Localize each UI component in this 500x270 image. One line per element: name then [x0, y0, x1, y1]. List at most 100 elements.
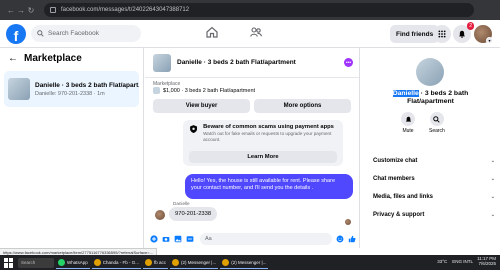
bell-icon [405, 116, 411, 122]
chevron-down-icon: ⌄ [490, 194, 495, 200]
taskbar-app-label: fb acc [154, 259, 167, 265]
facebook-logo[interactable]: f [6, 23, 26, 44]
sender-avatar[interactable] [155, 210, 165, 220]
outgoing-message-bubble[interactable]: Hello! Yes, the house is still available… [185, 174, 353, 199]
notification-count-badge: 2 [467, 22, 474, 30]
status-bar-url: https://www.facebook.com/marketplace/ite… [0, 248, 157, 255]
marketplace-title: Marketplace [24, 53, 82, 64]
more-options-button[interactable]: More options [254, 99, 351, 113]
url-path: /messages/t/24022643047388712 [98, 7, 190, 13]
conversation-preview: Danielle: 970-201-2338 · 1m [35, 90, 105, 97]
taskbar-app-label: Chanda - Fb - G... [102, 259, 140, 265]
learn-more-button[interactable]: Learn More [189, 151, 337, 163]
message-input[interactable]: Aa [200, 233, 332, 245]
message-input-placeholder: Aa [205, 236, 212, 242]
search-icon [37, 30, 44, 37]
marketplace-heading: ← Marketplace [0, 48, 143, 69]
chat-members-item[interactable]: Chat members ⌄ [373, 170, 495, 188]
plus-icon[interactable] [150, 235, 158, 243]
taskbar-app-label: (2) Messenger |... [231, 259, 267, 265]
marketplace-sidebar: ← Marketplace Danielle · 3 beds 2 bath F… [0, 48, 144, 248]
windows-start-icon[interactable] [4, 257, 14, 268]
gif-icon[interactable] [186, 235, 194, 243]
search-icon [433, 115, 441, 123]
listing-price: $1,000 · 3 beds 2 bath Flat/apartment [163, 87, 256, 94]
conversation-item[interactable]: Danielle · 3 beds 2 bath Flat/apart... D… [4, 71, 139, 107]
listing-price-row[interactable]: $1,000 · 3 beds 2 bath Flat/apartment [153, 87, 351, 94]
friends-icon[interactable] [249, 25, 263, 39]
thumbs-up-icon[interactable] [348, 235, 356, 243]
scam-warning-title: Beware of common scams using payment app… [203, 124, 334, 130]
scam-warning-card: Beware of common scams using payment app… [183, 120, 343, 166]
site-info-icon[interactable] [50, 7, 56, 13]
chat-details-menu: Customize chat ⌄ Chat members ⌄ Media, fil… [373, 152, 495, 224]
forward-arrow-icon[interactable]: → [16, 6, 26, 15]
shield-icon [190, 125, 198, 134]
taskbar-app-label: (2) Messenger |... [181, 259, 217, 265]
top-nav [205, 25, 263, 39]
chevron-down-icon: ⌄ [490, 212, 495, 218]
emoji-icon[interactable] [336, 235, 344, 243]
account-chevron-down-icon[interactable]: ▾ [486, 37, 493, 44]
chevron-down-icon: ⌄ [490, 176, 495, 182]
back-arrow-icon[interactable]: ← [6, 6, 16, 15]
view-buyer-button[interactable]: View buyer [153, 99, 250, 113]
clock[interactable]: 11:17 PM 7/6/2025 [477, 256, 496, 266]
taskbar: Search WhatsApp Chanda - Fb - G... fb ac… [0, 255, 500, 270]
menu-grid-icon[interactable] [433, 25, 451, 43]
customize-chat-item[interactable]: Customize chat ⌄ [373, 152, 495, 170]
chat-header: Danielle · 3 beds 2 bath Flat/apartment … [145, 48, 359, 78]
listing-actions: View buyer More options [145, 97, 359, 115]
menu-item-label: Customize chat [373, 158, 418, 164]
taskbar-app-chrome-2[interactable]: fb acc [143, 257, 169, 269]
clock-date: 7/6/2025 [478, 261, 496, 266]
facebook-header: f Search Facebook Find friends 2 ▾ [0, 20, 500, 48]
media-files-links-item[interactable]: Media, files and links ⌄ [373, 188, 495, 206]
chrome-icon [172, 258, 180, 266]
camera-icon[interactable] [162, 235, 170, 243]
listing-summary: Marketplace $1,000 · 3 beds 2 bath Flat/… [145, 78, 359, 97]
taskbar-search[interactable]: Search [18, 257, 54, 268]
browser-address-bar: ← → ↻ facebook.com/messages/t/2402264304… [0, 0, 500, 20]
search-input[interactable]: Search Facebook [31, 25, 141, 42]
reload-icon[interactable]: ↻ [26, 6, 36, 15]
taskbar-search-label: Search [21, 260, 36, 265]
chevron-down-icon: ⌄ [490, 158, 495, 164]
find-friends-button[interactable]: Find friends [390, 25, 440, 43]
privacy-support-item[interactable]: Privacy & support ⌄ [373, 206, 495, 224]
menu-item-label: Chat members [373, 176, 415, 182]
search-label: Search [429, 128, 445, 134]
mute-button[interactable]: Mute [401, 112, 415, 134]
whatsapp-icon [58, 258, 65, 266]
listing-mini-thumbnail [153, 87, 160, 94]
taskbar-app-chrome-3[interactable]: (2) Messenger |... [170, 257, 219, 269]
message-thread: Beware of common scams using payment app… [145, 118, 360, 230]
taskbar-app-whatsapp[interactable]: WhatsApp [56, 257, 90, 269]
incoming-message-bubble[interactable]: 970-201-2338 [169, 207, 218, 221]
chat-panel: Danielle · 3 beds 2 bath Flat/apartment … [145, 48, 360, 248]
read-receipt-avatar [345, 219, 351, 225]
menu-item-label: Privacy & support [373, 212, 425, 218]
chat-info-icon[interactable]: ••• [344, 58, 353, 67]
url-field[interactable]: facebook.com/messages/t/2402264304738871… [44, 3, 474, 17]
taskbar-app-chrome-1[interactable]: Chanda - Fb - G... [91, 257, 142, 269]
notifications-bell-icon[interactable]: 2 [453, 22, 474, 43]
conversation-title: Danielle · 3 beds 2 bath Flat/apart... [35, 81, 139, 89]
selected-name-text: Danielle [392, 90, 419, 97]
image-icon[interactable] [174, 235, 182, 243]
chrome-icon [222, 258, 230, 266]
language-indicator[interactable]: ENG INTL [452, 259, 473, 264]
listing-thumbnail [8, 78, 30, 100]
chat-listing-thumbnail[interactable] [153, 53, 171, 72]
taskbar-app-label: WhatsApp [67, 259, 88, 265]
search-conversation-button[interactable]: Search [429, 112, 445, 134]
chat-details-panel: Danielle · 3 beds 2 bath Flat/apartment … [361, 48, 500, 248]
chat-details-actions: Mute Search [401, 112, 445, 134]
home-icon[interactable] [205, 25, 219, 39]
listing-avatar[interactable] [416, 58, 444, 86]
message-composer: Aa [145, 230, 360, 248]
back-arrow-icon[interactable]: ← [8, 53, 18, 64]
weather-temp[interactable]: 33°C [437, 259, 447, 264]
chat-title[interactable]: Danielle · 3 beds 2 bath Flat/apartment [177, 59, 296, 66]
taskbar-app-chrome-4[interactable]: (2) Messenger |... [220, 257, 269, 269]
